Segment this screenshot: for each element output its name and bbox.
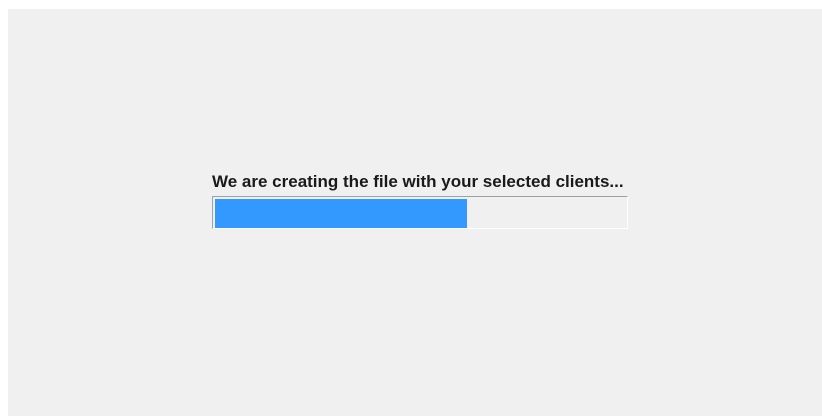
progress-bar <box>212 196 628 229</box>
status-message: We are creating the file with your selec… <box>212 172 624 191</box>
progress-bar-fill <box>215 199 467 228</box>
